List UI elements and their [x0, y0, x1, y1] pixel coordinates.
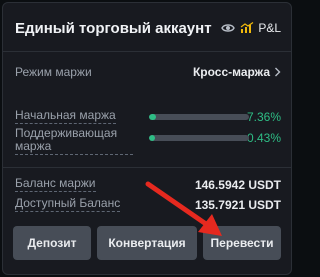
margin-mode-row: Режим маржи Кросс-маржа: [15, 65, 281, 79]
deposit-button[interactable]: Депозит: [13, 226, 91, 260]
margin-balance-row: Баланс маржи 146.5942 USDT: [15, 177, 281, 192]
convert-button[interactable]: Конвертация: [97, 226, 197, 260]
initial-margin-value: 7.36%: [246, 109, 281, 124]
section-divider: [3, 167, 291, 168]
margin-balance-label[interactable]: Баланс маржи: [15, 177, 96, 192]
margin-balance-value: 146.5942 USDT: [194, 177, 281, 192]
header-divider: [3, 51, 291, 52]
margin-mode-selector[interactable]: Кросс-маржа: [193, 65, 281, 79]
initial-margin-label[interactable]: Начальная маржа: [15, 109, 116, 124]
maintenance-margin-label[interactable]: Поддерживающая маржа: [15, 127, 133, 155]
panel-title: Единый торговый аккаунт: [15, 19, 212, 37]
margin-mode-value: Кросс-маржа: [192, 65, 270, 79]
maintenance-margin-bar: [149, 135, 249, 141]
chevron-right-icon: [275, 67, 281, 77]
pnl-chart-icon: [240, 22, 254, 33]
initial-margin-bar-fill: [149, 114, 157, 120]
margin-mode-label: Режим маржи: [15, 65, 92, 79]
panel-header: Единый торговый аккаунт P&L: [15, 17, 281, 39]
eye-icon[interactable]: [220, 23, 235, 33]
initial-margin-bar: [149, 114, 249, 120]
available-balance-label[interactable]: Доступный Баланс: [15, 197, 121, 212]
pnl-button[interactable]: P&L: [240, 21, 281, 35]
available-balance-value: 135.7921 USDT: [194, 197, 281, 212]
pnl-label: P&L: [258, 21, 281, 35]
maintenance-margin-bar-fill: [149, 135, 155, 141]
maintenance-margin-row: Поддерживающая маржа 0.43%: [15, 127, 281, 155]
maintenance-margin-value: 0.43%: [246, 131, 281, 145]
unified-trading-account-panel: Единый торговый аккаунт P&L Режим маржи …: [2, 2, 292, 275]
transfer-button[interactable]: Перевести: [203, 226, 281, 260]
available-balance-row: Доступный Баланс 135.7921 USDT: [15, 197, 281, 212]
